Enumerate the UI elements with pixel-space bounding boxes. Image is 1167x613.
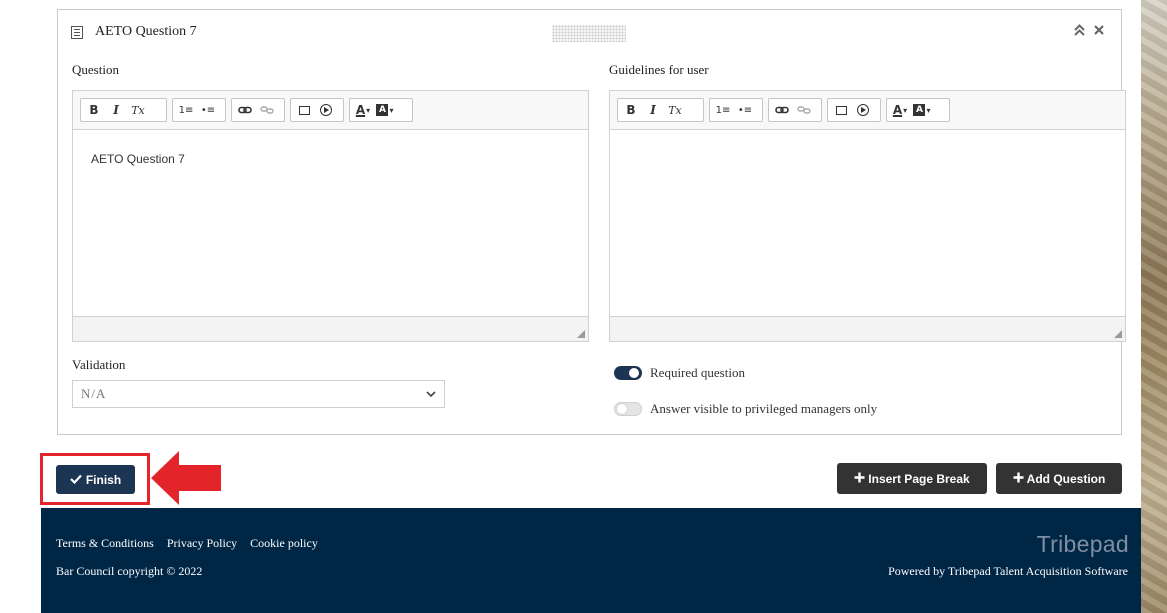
image-icon <box>835 105 847 115</box>
validation-selected-value: N/A <box>81 386 107 401</box>
text-color-icon: A <box>892 103 903 117</box>
background-photo <box>1141 0 1167 613</box>
color-group: A ▾ A ▾ <box>349 98 413 122</box>
link-button[interactable] <box>771 100 793 120</box>
arrow-left-icon <box>151 451 221 505</box>
question-body[interactable]: AETO Question 7 <box>73 130 588 317</box>
question-editor: B I Tx 1≡ •≡ A ▾ A ▾ AETO Question 7 <box>72 90 589 342</box>
privileged-visibility-toggle[interactable]: Answer visible to privileged managers on… <box>614 401 877 417</box>
image-icon <box>298 105 310 115</box>
bg-color-button[interactable]: A ▾ <box>374 100 396 120</box>
link-button[interactable] <box>234 100 256 120</box>
text-color-button[interactable]: A ▾ <box>889 100 911 120</box>
unlink-button[interactable] <box>256 100 278 120</box>
insert-page-break-button[interactable]: Insert Page Break <box>837 463 987 494</box>
remove-format-icon: Tx <box>131 103 145 117</box>
editor-statusbar <box>610 316 1125 341</box>
link-icon <box>775 106 789 114</box>
numbered-list-button[interactable]: 1≡ <box>175 100 197 120</box>
play-icon <box>857 104 869 116</box>
bg-color-icon: A <box>376 104 389 116</box>
drag-handle[interactable] <box>552 25 626 42</box>
guidelines-editor: B I Tx 1≡ •≡ A ▾ A ▾ <box>609 90 1126 342</box>
text-color-icon: A <box>355 103 366 117</box>
privileged-visibility-label: Answer visible to privileged managers on… <box>650 401 878 416</box>
resize-grip-icon[interactable] <box>577 330 585 338</box>
image-button[interactable] <box>830 100 852 120</box>
footer-link-terms[interactable]: Terms & Conditions <box>56 536 154 551</box>
editor-statusbar <box>73 316 588 341</box>
powered-by-text: Powered by Tribepad Talent Acquisition S… <box>888 564 1128 578</box>
guidelines-body[interactable] <box>610 130 1125 317</box>
numbered-list-button[interactable]: 1≡ <box>712 100 734 120</box>
copyright-text: Bar Council copyright © 2022 <box>56 564 203 578</box>
plus-icon <box>1013 471 1024 487</box>
format-group: B I Tx <box>80 98 167 122</box>
list-group: 1≡ •≡ <box>172 98 226 122</box>
unlink-icon <box>260 106 274 114</box>
collapse-icon[interactable] <box>1073 23 1086 41</box>
bold-button[interactable]: B <box>620 100 642 120</box>
list-group: 1≡ •≡ <box>709 98 763 122</box>
chevron-down-icon <box>426 388 436 401</box>
resize-grip-icon[interactable] <box>1114 330 1122 338</box>
bg-color-icon: A <box>913 104 926 116</box>
editor-toolbar: B I Tx 1≡ •≡ A ▾ A ▾ <box>73 91 588 130</box>
media-group <box>290 98 344 122</box>
remove-format-icon: Tx <box>668 103 682 117</box>
link-group <box>768 98 822 122</box>
left-margin <box>0 0 41 613</box>
required-question-label: Required question <box>650 365 745 380</box>
image-button[interactable] <box>293 100 315 120</box>
bulleted-list-button[interactable]: •≡ <box>197 100 219 120</box>
bg-color-button[interactable]: A ▾ <box>911 100 933 120</box>
format-group: B I Tx <box>617 98 704 122</box>
toggle-switch-on[interactable] <box>614 366 642 380</box>
site-footer: Terms & Conditions Privacy Policy Cookie… <box>41 508 1141 613</box>
footer-links: Terms & Conditions Privacy Policy Cookie… <box>56 536 331 551</box>
document-icon <box>71 26 83 39</box>
color-group: A ▾ A ▾ <box>886 98 950 122</box>
play-icon <box>320 104 332 116</box>
footer-link-privacy[interactable]: Privacy Policy <box>167 536 237 551</box>
link-icon <box>238 106 252 114</box>
validation-label: Validation <box>72 357 126 372</box>
card-header: AETO Question 7 <box>58 10 1121 56</box>
text-color-button[interactable]: A ▾ <box>352 100 374 120</box>
remove-format-button[interactable]: Tx <box>127 100 149 120</box>
video-button[interactable] <box>315 100 337 120</box>
bold-button[interactable]: B <box>83 100 105 120</box>
close-icon[interactable] <box>1093 23 1105 41</box>
insert-page-break-label: Insert Page Break <box>868 471 970 486</box>
card-title: AETO Question 7 <box>95 24 197 39</box>
plus-icon <box>854 471 865 487</box>
italic-button[interactable]: I <box>105 100 127 120</box>
bulleted-list-button[interactable]: •≡ <box>734 100 756 120</box>
unlink-icon <box>797 106 811 114</box>
question-label: Question <box>72 62 119 77</box>
highlight-box <box>40 453 150 505</box>
editor-toolbar: B I Tx 1≡ •≡ A ▾ A ▾ <box>610 91 1125 130</box>
guidelines-label: Guidelines for user <box>609 62 709 77</box>
footer-link-cookie[interactable]: Cookie policy <box>250 536 318 551</box>
tribepad-logo: Tribepad <box>1036 531 1129 557</box>
remove-format-button[interactable]: Tx <box>664 100 686 120</box>
required-question-toggle[interactable]: Required question <box>614 365 745 381</box>
toggle-switch-off[interactable] <box>614 402 642 416</box>
add-question-button[interactable]: Add Question <box>996 463 1122 494</box>
add-question-label: Add Question <box>1026 471 1106 486</box>
question-card: AETO Question 7 Question Guidelines for … <box>57 9 1126 435</box>
italic-button[interactable]: I <box>642 100 664 120</box>
unlink-button[interactable] <box>793 100 815 120</box>
validation-select[interactable]: N/A <box>72 380 445 408</box>
media-group <box>827 98 881 122</box>
link-group <box>231 98 285 122</box>
video-button[interactable] <box>852 100 874 120</box>
